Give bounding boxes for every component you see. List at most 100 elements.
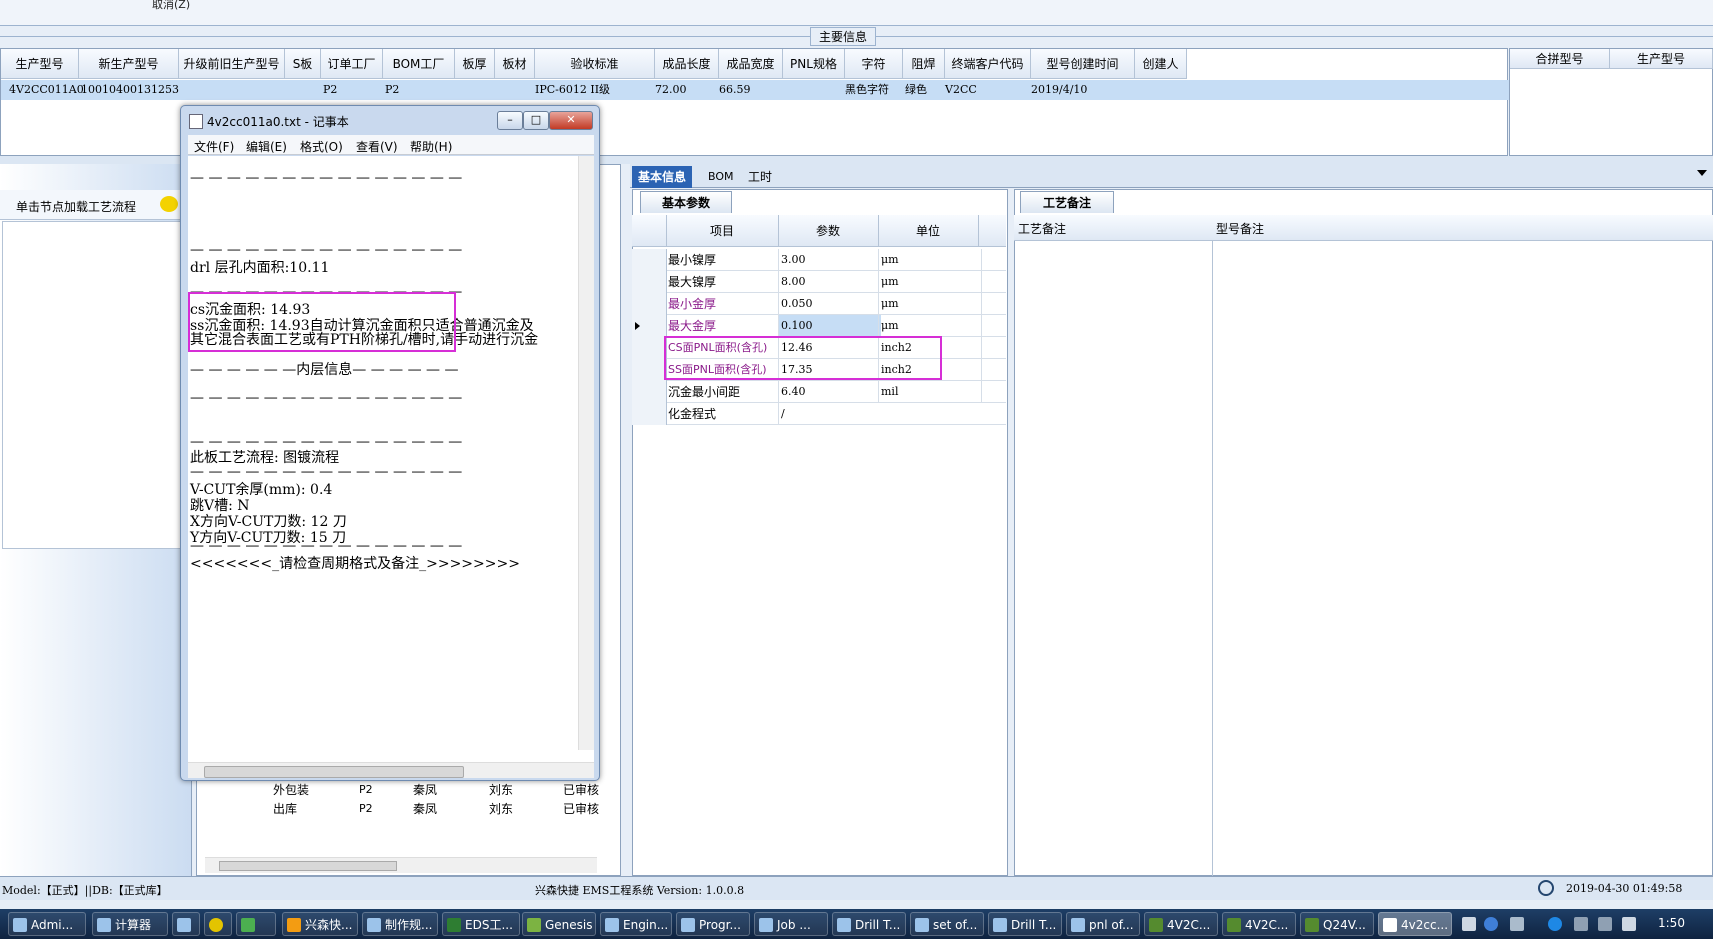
menu-file[interactable]: 文件(F) [194,138,234,155]
col-header[interactable]: 项目 [666,215,779,247]
remarks-divider[interactable] [1212,241,1213,876]
taskbar-item[interactable]: Drill T... [832,912,906,936]
tab-work-hours[interactable]: 工时 [742,166,778,188]
col-header[interactable]: 生产型号 [1610,49,1713,69]
taskbar-item[interactable] [172,912,200,936]
taskbar-item[interactable]: Job ... [754,912,828,936]
taskbar-item[interactable]: Genesis [522,912,596,936]
table-row[interactable]: 最大镍厚 8.00 μm [632,271,1006,293]
horizontal-scrollbar[interactable] [188,762,594,778]
table-row[interactable]: 最小镍厚 3.00 μm [632,249,1006,271]
col-header[interactable]: BOM工厂 [383,49,455,79]
taskbar-item[interactable] [236,912,276,936]
vertical-scrollbar[interactable] [578,156,594,750]
app-icon [681,918,695,932]
taskbar-item[interactable]: 制作规... [362,912,438,936]
tab-dropdown-icon[interactable] [1697,170,1707,176]
maximize-button[interactable]: □ [523,111,549,130]
cancel-button[interactable]: 取消(Z) [152,0,190,12]
menu-view[interactable]: 查看(V) [356,138,398,155]
tab-process-remarks[interactable]: 工艺备注 [1020,191,1114,213]
tray-display-icon[interactable] [1574,917,1588,931]
tray-help-icon[interactable] [1484,917,1498,931]
taskbar-item[interactable]: Engin... [600,912,672,936]
col-header[interactable]: 参数 [778,215,879,247]
tray-settings-icon[interactable] [1510,917,1524,931]
notepad-text-area[interactable]: — — — — — — — — — — — — — — — — — — — — … [188,156,594,762]
taskbar-item[interactable]: Drill T... [988,912,1062,936]
col-header[interactable]: S板 [285,49,321,79]
param-value[interactable]: 8.00 [778,271,881,293]
taskbar-item[interactable]: 计算器 [92,912,168,936]
taskbar-item[interactable]: EDS工... [442,912,520,936]
table-row[interactable]: 沉金最小间距 6.40 mil [632,381,1006,403]
taskbar-item[interactable]: 4V2C... [1144,912,1218,936]
param-value[interactable]: / [778,403,881,425]
col-header[interactable]: 新生产型号 [79,49,179,79]
menu-format[interactable]: 格式(O) [300,138,343,155]
taskbar-item[interactable]: pnl of... [1066,912,1140,936]
table-row[interactable]: 4V2CC011A0 10010400131253 P2 P2 IPC-6012… [1,80,1509,100]
col-header[interactable]: 合拼型号 [1510,49,1610,69]
cell-created: 2019/4/10 [1031,83,1088,96]
col-header[interactable]: 生产型号 [1,49,79,79]
param-value[interactable]: 3.00 [778,249,881,271]
app-icon [447,918,461,932]
taskbar-item[interactable]: 兴森快... [282,912,358,936]
taskbar-item[interactable]: Progr... [676,912,750,936]
process-remarks-header: 工艺备注 [1018,222,1067,236]
taskbar-item[interactable]: Admi... [8,912,86,936]
process-tree[interactable] [2,221,190,549]
table-row[interactable]: 化金程式 / [632,403,1006,425]
notepad-titlebar[interactable]: 4v2cc011a0.txt - 记事本 – □ ✕ [185,109,595,131]
menu-help[interactable]: 帮助(H) [410,138,452,155]
col-header[interactable]: 阻焊 [903,49,945,79]
tray-keyboard-icon[interactable] [1462,917,1476,931]
taskbar-item-active[interactable]: 4v2cc... [1378,912,1452,936]
col-header[interactable]: 创建人 [1135,49,1187,79]
scrollbar-thumb[interactable] [204,766,464,778]
col-header[interactable]: 终端客户代码 [945,49,1031,79]
table-row[interactable]: 最大金厚 0.100 μm [632,315,1006,337]
param-value[interactable]: 6.40 [778,381,881,403]
tray-monitor-icon[interactable] [1598,917,1612,931]
list-item[interactable]: 外包装 [273,781,309,799]
menu-edit[interactable]: 编辑(E) [246,138,287,155]
col-header[interactable]: 订单工厂 [321,49,383,79]
row-indicator [632,381,667,403]
horizontal-scrollbar[interactable] [205,857,597,873]
tab-basic-info[interactable]: 基本信息 [632,166,693,188]
col-header[interactable]: PNL规格 [783,49,845,79]
taskbar-item[interactable]: Q24V... [1300,912,1374,936]
taskbar-item[interactable] [204,912,232,936]
text-line: — — — — — — — — — — — — — — — [190,538,463,554]
taskbar-item[interactable]: 4V2C... [1222,912,1296,936]
col-header[interactable]: 字符 [845,49,903,79]
tab-bom[interactable]: BOM [702,166,740,188]
col-header[interactable]: 验收标准 [535,49,655,79]
list-item[interactable]: 出库 [273,800,297,818]
minimize-button[interactable]: – [497,111,523,130]
close-button[interactable]: ✕ [549,111,593,130]
scrollbar-thumb[interactable] [219,861,397,871]
tray-volume-icon[interactable] [1622,917,1636,931]
col-header[interactable]: 升级前旧生产型号 [179,49,285,79]
taskbar-item[interactable]: set of... [910,912,984,936]
param-value[interactable]: 0.050 [778,293,881,315]
tab-basic-params[interactable]: 基本参数 [640,191,732,213]
tray-network-icon[interactable] [1548,917,1562,931]
top-toolbar: 取消(Z) [0,0,1713,26]
model-remarks-header: 型号备注 [1216,222,1265,236]
col-header[interactable]: 板厚 [455,49,495,79]
cell-mask: 绿色 [905,83,927,96]
col-header[interactable]: 成品长度 [655,49,719,79]
table-row[interactable]: 最小金厚 0.050 μm [632,293,1006,315]
col-header[interactable]: 单位 [878,215,979,247]
param-value[interactable]: 0.100 [778,315,881,337]
param-unit: mil [878,381,982,403]
tray-clock[interactable]: 1:50 [1658,916,1685,930]
col-header[interactable]: 板材 [495,49,535,79]
notepad-window[interactable]: 4v2cc011a0.txt - 记事本 – □ ✕ 文件(F) 编辑(E) 格… [180,105,600,781]
col-header[interactable]: 型号创建时间 [1031,49,1135,79]
col-header[interactable]: 成品宽度 [719,49,783,79]
